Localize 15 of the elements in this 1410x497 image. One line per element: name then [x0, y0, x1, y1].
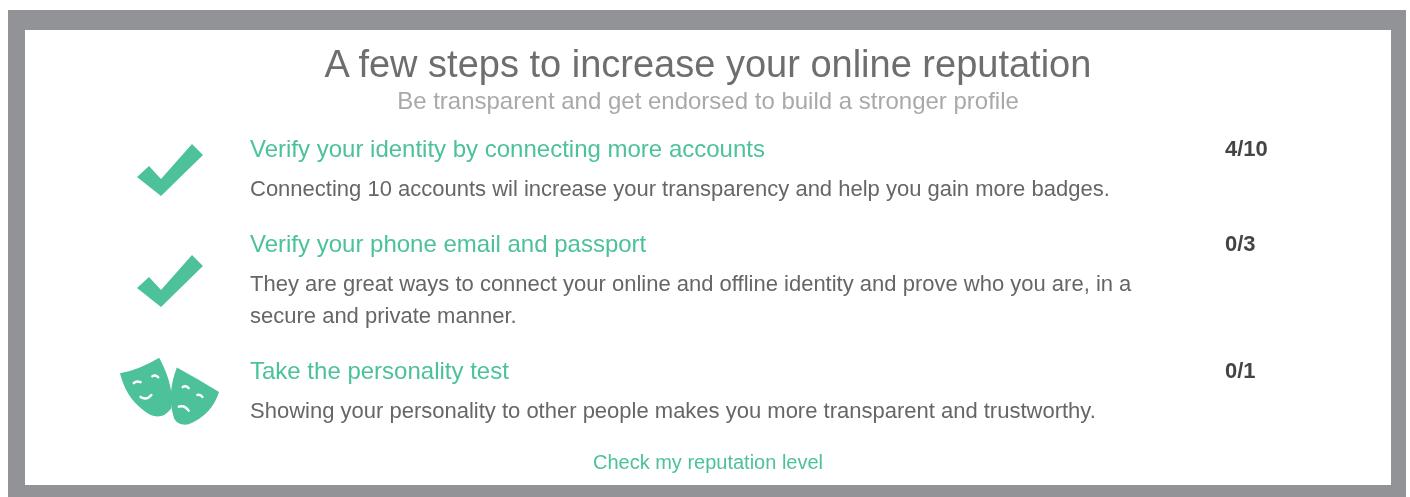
step-title[interactable]: Verify your phone email and passport [250, 229, 647, 259]
checkmark-icon [137, 254, 203, 307]
reputation-link[interactable]: Check my reputation level [592, 451, 824, 473]
step-description: They are great ways to connect your online and offline identity and prove who you are, in a secure and private manner. [250, 270, 1133, 330]
step-title[interactable]: Verify your identity by connecting more accounts [250, 134, 765, 164]
step-title[interactable]: Take the personality test [250, 356, 509, 386]
step-progress-count: 0/1 [1225, 357, 1256, 385]
step-progress-count: 0/3 [1225, 230, 1256, 258]
step-description: Connecting 10 accounts wil increase your transparency and help you gain more badges. [250, 175, 1111, 203]
step-description: Showing your personality to other people makes you more transparent and trustworthy. [250, 397, 1097, 425]
checkmark-icon [137, 143, 203, 196]
page-subtitle: Be transparent and get endorsed to build a stronger profile [397, 86, 1019, 116]
page-title: A few steps to increase your online reputation [324, 42, 1092, 86]
theater-masks-icon [120, 356, 220, 427]
step-progress-count: 4/10 [1225, 135, 1268, 163]
